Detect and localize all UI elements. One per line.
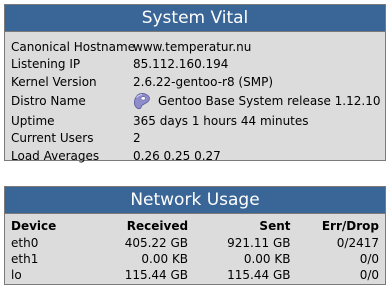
vital-label: Distro Name [11, 94, 86, 109]
vital-label: Listening IP [11, 57, 81, 72]
system-vital-panel: System Vital Canonical Hostname www.temp… [4, 4, 386, 163]
listening-ip-value: 85.112.160.194 [133, 57, 229, 72]
table-row: lo 115.44 GB 115.44 GB 0/0 [11, 267, 379, 283]
hostname-value: www.temperatur.nu [133, 39, 252, 54]
table-row: eth1 0.00 KB 0.00 KB 0/0 [11, 251, 379, 267]
distro-name-value: Gentoo Base System release 1.12.10 [158, 94, 381, 109]
table-header-row: Device Received Sent Err/Drop [11, 218, 379, 235]
column-header-device: Device [11, 219, 57, 233]
kernel-version-value: 2.6.22-gentoo-r8 (SMP) [133, 74, 273, 89]
system-vital-body: Canonical Hostname www.temperatur.nu Lis… [5, 32, 385, 165]
received-cell: 0.00 KB [141, 252, 189, 266]
received-cell: 115.44 GB [124, 268, 189, 282]
sent-cell: 0.00 KB [243, 252, 291, 266]
gentoo-logo-icon [133, 92, 151, 110]
vital-label: Canonical Hostname [11, 39, 136, 54]
network-usage-header: Network Usage [5, 187, 385, 214]
current-users-value: 2 [133, 131, 141, 146]
received-cell: 405.22 GB [124, 236, 189, 250]
vital-row-uptime: Uptime 365 days 1 hours 44 minutes [11, 112, 385, 130]
sent-cell: 921.11 GB [227, 236, 291, 250]
errdrop-cell: 0/0 [359, 252, 379, 266]
vital-row-current-users: Current Users 2 [11, 129, 385, 147]
column-header-errdrop: Err/Drop [321, 219, 379, 233]
vital-row-distro: Distro Name Gentoo Base System release 1… [11, 91, 385, 112]
sent-cell: 115.44 GB [227, 268, 291, 282]
vital-label: Current Users [11, 131, 94, 146]
network-usage-panel: Network Usage Device Received Sent Err/D… [4, 186, 386, 285]
vital-row-listening-ip: Listening IP 85.112.160.194 [11, 56, 385, 74]
vital-row-load-averages: Load Averages 0.26 0.25 0.27 [11, 147, 385, 165]
errdrop-cell: 0/0 [359, 268, 379, 282]
vital-label: Load Averages [11, 148, 100, 163]
device-cell: eth1 [11, 252, 39, 266]
table-row: eth0 405.22 GB 921.11 GB 0/2417 [11, 235, 379, 251]
load-averages-value: 0.26 0.25 0.27 [133, 148, 221, 163]
uptime-value: 365 days 1 hours 44 minutes [133, 113, 309, 128]
vital-label: Kernel Version [11, 74, 97, 89]
vital-row-kernel: Kernel Version 2.6.22-gentoo-r8 (SMP) [11, 73, 385, 91]
distro-value-container: Gentoo Base System release 1.12.10 [133, 92, 380, 110]
network-usage-table: Device Received Sent Err/Drop eth0 405.2… [11, 218, 379, 283]
vital-row-hostname: Canonical Hostname www.temperatur.nu [11, 38, 385, 56]
column-header-sent: Sent [259, 219, 291, 233]
system-vital-header: System Vital [5, 5, 385, 32]
errdrop-cell: 0/2417 [336, 236, 379, 250]
device-cell: eth0 [11, 236, 39, 250]
vital-label: Uptime [11, 113, 55, 128]
column-header-received: Received [126, 219, 189, 233]
device-cell: lo [11, 268, 22, 282]
